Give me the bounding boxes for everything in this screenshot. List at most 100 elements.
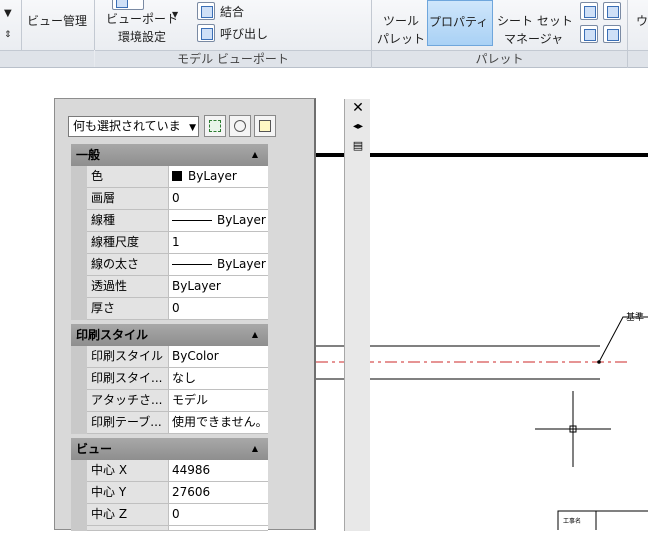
row-gutter	[71, 254, 87, 276]
properties-menu-icon[interactable]: ▤	[351, 139, 365, 153]
property-value[interactable]: ByLayer	[169, 276, 268, 298]
property-row[interactable]: 印刷スタイ... なし	[71, 368, 268, 390]
design-center-icon[interactable]	[603, 25, 621, 43]
row-gutter	[71, 298, 87, 320]
truncated-label: ウ	[636, 14, 648, 28]
chevron-up-icon[interactable]: ▲	[252, 144, 258, 166]
crosshair-cursor	[535, 391, 611, 467]
section-title: ビュー	[76, 442, 113, 456]
selection-dropdown[interactable]: 何も選択されていま ▼	[68, 116, 199, 137]
dropdown-arrow-icon[interactable]: ▼	[4, 8, 12, 19]
property-value[interactable]: ByLayer	[169, 254, 268, 276]
viewport-icon	[112, 0, 144, 10]
view-manager-button[interactable]: ビュー管理	[27, 12, 87, 29]
toggle-pickadd-button[interactable]	[204, 115, 226, 137]
property-name: 画層	[87, 188, 169, 210]
property-name: 中心 Y	[87, 482, 169, 504]
linetype-sample-icon	[172, 220, 212, 221]
property-row[interactable]: 中心 Y 27606	[71, 482, 268, 504]
color-swatch-icon	[172, 171, 182, 181]
spinner-icon[interactable]: ⇕	[4, 30, 12, 40]
property-row[interactable]: アタッチさ... モデル	[71, 390, 268, 412]
property-value[interactable]: モデル	[169, 390, 268, 412]
property-row[interactable]: 線種 ByLayer	[71, 210, 268, 232]
property-row[interactable]: 色 ByLayer	[71, 166, 268, 188]
property-name: 線の太さ	[87, 254, 169, 276]
quick-select-icon	[259, 120, 271, 132]
restore-icon	[197, 24, 215, 42]
markup-icon[interactable]	[580, 2, 598, 20]
row-gutter	[71, 460, 87, 482]
close-icon[interactable]: ✕	[351, 101, 365, 115]
property-row[interactable]: 印刷スタイル ByColor	[71, 346, 268, 368]
property-value[interactable]: なし	[169, 368, 268, 390]
section-header-plot-style[interactable]: 印刷スタイル ▲	[71, 324, 268, 346]
calculator-icon[interactable]	[603, 2, 621, 20]
property-value-text: ByLayer	[217, 257, 266, 271]
pickadd-icon	[209, 120, 221, 132]
separator	[94, 0, 95, 50]
property-value[interactable]: 0	[169, 298, 268, 320]
chevron-up-icon[interactable]: ▲	[252, 324, 258, 346]
tool-palettes-label: パレット	[377, 32, 426, 46]
tool-palettes-button[interactable]: ツール	[383, 12, 419, 29]
ribbon: ▼ ⇕ ビュー管理 ビューポート ▼ 環境設定 結合 呼び出し モデル ビューポ…	[0, 0, 648, 68]
property-name: 線種尺度	[87, 232, 169, 254]
property-value-text: ByLayer	[217, 213, 266, 227]
quick-select-button[interactable]	[254, 115, 276, 137]
group-label-palettes: パレット	[372, 50, 627, 67]
property-value[interactable]: 44986	[169, 460, 268, 482]
property-value[interactable]: 0	[169, 504, 268, 526]
properties-button[interactable]: プロパティ	[427, 0, 493, 46]
property-row[interactable]: 線種尺度 1	[71, 232, 268, 254]
viewport-config-button[interactable]: ビューポート	[106, 10, 178, 27]
property-row[interactable]: 厚さ 0	[71, 298, 268, 320]
row-gutter	[71, 346, 87, 368]
property-value[interactable]: 27606	[169, 482, 268, 504]
selection-text: 何も選択されていま	[73, 119, 181, 133]
section-title: 一般	[76, 148, 101, 162]
section-header-general[interactable]: 一般 ▲	[71, 144, 268, 166]
select-objects-button[interactable]	[229, 115, 251, 137]
leader-point	[597, 360, 601, 364]
group-label-model-viewport: モデル ビューポート	[95, 50, 371, 67]
chevron-up-icon[interactable]: ▲	[252, 438, 258, 460]
property-value[interactable]: ByLayer	[169, 210, 268, 232]
section-title: 印刷スタイル	[76, 328, 149, 342]
property-row-partial	[71, 526, 268, 531]
property-value-text: ByLayer	[188, 169, 237, 183]
row-gutter	[71, 166, 87, 188]
property-row[interactable]: 透過性 ByLayer	[71, 276, 268, 298]
property-name: 透過性	[87, 276, 169, 298]
property-row[interactable]: 印刷テーブ... 使用できません。	[71, 412, 268, 434]
property-value[interactable]: ByLayer	[169, 166, 268, 188]
restore-button[interactable]: 呼び出し	[220, 25, 268, 42]
chevron-down-icon[interactable]: ▼	[172, 10, 178, 19]
property-value[interactable]: 0	[169, 188, 268, 210]
separator	[21, 0, 22, 50]
property-name: 印刷スタイル	[87, 346, 169, 368]
sheet-set-manager-button[interactable]: シート セット	[497, 12, 573, 29]
property-value[interactable]: 使用できません。	[169, 412, 268, 434]
row-gutter	[71, 412, 87, 434]
property-value[interactable]: ByColor	[169, 346, 268, 368]
property-value[interactable]: 1	[169, 232, 268, 254]
row-gutter	[71, 232, 87, 254]
select-objects-icon	[234, 120, 246, 132]
property-row[interactable]: 画層 0	[71, 188, 268, 210]
leader-line	[598, 316, 648, 363]
properties-palette[interactable]: 何も選択されていま ▼ 一般 ▲ 色 ByLayer 画層 0 線種 ByLay…	[54, 98, 370, 531]
property-row[interactable]: 中心 X 44986	[71, 460, 268, 482]
join-icon	[197, 2, 215, 20]
property-row[interactable]: 線の太さ ByLayer	[71, 254, 268, 276]
database-icon[interactable]	[580, 25, 598, 43]
palette-title-strip[interactable]: ✕ ◂▸ ▤	[344, 99, 370, 531]
join-button[interactable]: 結合	[220, 3, 244, 20]
property-name: 線種	[87, 210, 169, 232]
row-gutter	[71, 390, 87, 412]
property-row[interactable]: 中心 Z 0	[71, 504, 268, 526]
sheet-set-manager-label: マネージャ	[504, 32, 564, 46]
auto-hide-icon[interactable]: ◂▸	[351, 120, 365, 134]
property-name: アタッチさ...	[87, 390, 169, 412]
section-header-view[interactable]: ビュー ▲	[71, 438, 268, 460]
